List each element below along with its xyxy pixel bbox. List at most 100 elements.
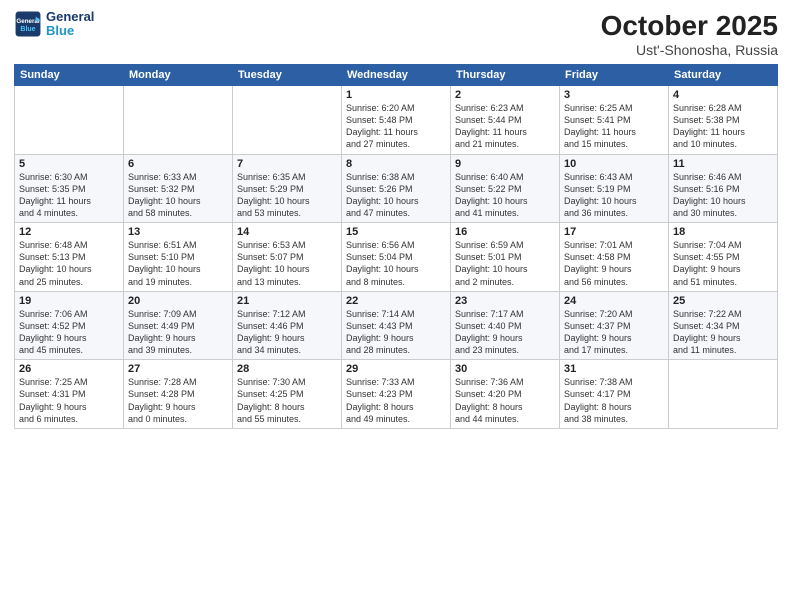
day-number: 15 [346, 226, 446, 238]
day-info: Sunrise: 6:33 AM Sunset: 5:32 PM Dayligh… [128, 171, 228, 220]
logo: General Blue General Blue [14, 10, 94, 39]
day-number: 12 [19, 226, 119, 238]
weekday-header-tuesday: Tuesday [233, 65, 342, 86]
day-info: Sunrise: 7:28 AM Sunset: 4:28 PM Dayligh… [128, 376, 228, 425]
day-number: 28 [237, 363, 337, 375]
calendar-cell: 13Sunrise: 6:51 AM Sunset: 5:10 PM Dayli… [124, 223, 233, 292]
calendar-cell: 17Sunrise: 7:01 AM Sunset: 4:58 PM Dayli… [560, 223, 669, 292]
calendar-cell: 30Sunrise: 7:36 AM Sunset: 4:20 PM Dayli… [451, 360, 560, 429]
day-info: Sunrise: 6:38 AM Sunset: 5:26 PM Dayligh… [346, 171, 446, 220]
day-number: 21 [237, 295, 337, 307]
calendar-cell: 11Sunrise: 6:46 AM Sunset: 5:16 PM Dayli… [669, 154, 778, 223]
day-number: 7 [237, 158, 337, 170]
calendar-cell: 15Sunrise: 6:56 AM Sunset: 5:04 PM Dayli… [342, 223, 451, 292]
calendar-cell: 18Sunrise: 7:04 AM Sunset: 4:55 PM Dayli… [669, 223, 778, 292]
day-info: Sunrise: 7:17 AM Sunset: 4:40 PM Dayligh… [455, 308, 555, 357]
day-info: Sunrise: 7:30 AM Sunset: 4:25 PM Dayligh… [237, 376, 337, 425]
day-number: 1 [346, 89, 446, 101]
day-number: 11 [673, 158, 773, 170]
calendar-cell: 28Sunrise: 7:30 AM Sunset: 4:25 PM Dayli… [233, 360, 342, 429]
calendar-cell: 31Sunrise: 7:38 AM Sunset: 4:17 PM Dayli… [560, 360, 669, 429]
calendar-cell: 8Sunrise: 6:38 AM Sunset: 5:26 PM Daylig… [342, 154, 451, 223]
logo-text-general: General [46, 10, 94, 24]
day-info: Sunrise: 7:25 AM Sunset: 4:31 PM Dayligh… [19, 376, 119, 425]
calendar-cell: 10Sunrise: 6:43 AM Sunset: 5:19 PM Dayli… [560, 154, 669, 223]
day-info: Sunrise: 6:48 AM Sunset: 5:13 PM Dayligh… [19, 239, 119, 288]
weekday-header-sunday: Sunday [15, 65, 124, 86]
calendar-cell: 23Sunrise: 7:17 AM Sunset: 4:40 PM Dayli… [451, 291, 560, 360]
day-number: 19 [19, 295, 119, 307]
calendar-cell: 14Sunrise: 6:53 AM Sunset: 5:07 PM Dayli… [233, 223, 342, 292]
day-info: Sunrise: 7:14 AM Sunset: 4:43 PM Dayligh… [346, 308, 446, 357]
weekday-header-saturday: Saturday [669, 65, 778, 86]
day-info: Sunrise: 7:09 AM Sunset: 4:49 PM Dayligh… [128, 308, 228, 357]
day-info: Sunrise: 6:35 AM Sunset: 5:29 PM Dayligh… [237, 171, 337, 220]
day-number: 31 [564, 363, 664, 375]
calendar-cell: 29Sunrise: 7:33 AM Sunset: 4:23 PM Dayli… [342, 360, 451, 429]
calendar-cell: 5Sunrise: 6:30 AM Sunset: 5:35 PM Daylig… [15, 154, 124, 223]
day-info: Sunrise: 7:12 AM Sunset: 4:46 PM Dayligh… [237, 308, 337, 357]
header: General Blue General Blue October 2025 U… [14, 10, 778, 58]
calendar-cell [233, 86, 342, 155]
logo-text-blue: Blue [46, 24, 94, 38]
calendar-cell: 12Sunrise: 6:48 AM Sunset: 5:13 PM Dayli… [15, 223, 124, 292]
day-number: 26 [19, 363, 119, 375]
day-info: Sunrise: 6:46 AM Sunset: 5:16 PM Dayligh… [673, 171, 773, 220]
day-info: Sunrise: 6:40 AM Sunset: 5:22 PM Dayligh… [455, 171, 555, 220]
calendar-cell: 25Sunrise: 7:22 AM Sunset: 4:34 PM Dayli… [669, 291, 778, 360]
calendar-table: SundayMondayTuesdayWednesdayThursdayFrid… [14, 64, 778, 429]
calendar-cell: 7Sunrise: 6:35 AM Sunset: 5:29 PM Daylig… [233, 154, 342, 223]
page: General Blue General Blue October 2025 U… [0, 0, 792, 612]
day-number: 5 [19, 158, 119, 170]
day-number: 4 [673, 89, 773, 101]
day-info: Sunrise: 6:53 AM Sunset: 5:07 PM Dayligh… [237, 239, 337, 288]
day-info: Sunrise: 7:01 AM Sunset: 4:58 PM Dayligh… [564, 239, 664, 288]
title-block: October 2025 Ust'-Shonosha, Russia [601, 10, 778, 58]
day-info: Sunrise: 7:06 AM Sunset: 4:52 PM Dayligh… [19, 308, 119, 357]
calendar-cell: 6Sunrise: 6:33 AM Sunset: 5:32 PM Daylig… [124, 154, 233, 223]
day-number: 13 [128, 226, 228, 238]
day-number: 25 [673, 295, 773, 307]
week-row-0: 1Sunrise: 6:20 AM Sunset: 5:48 PM Daylig… [15, 86, 778, 155]
week-row-2: 12Sunrise: 6:48 AM Sunset: 5:13 PM Dayli… [15, 223, 778, 292]
day-number: 30 [455, 363, 555, 375]
calendar-cell: 4Sunrise: 6:28 AM Sunset: 5:38 PM Daylig… [669, 86, 778, 155]
week-row-4: 26Sunrise: 7:25 AM Sunset: 4:31 PM Dayli… [15, 360, 778, 429]
day-number: 6 [128, 158, 228, 170]
day-number: 2 [455, 89, 555, 101]
calendar-cell: 9Sunrise: 6:40 AM Sunset: 5:22 PM Daylig… [451, 154, 560, 223]
logo-icon: General Blue [14, 10, 42, 38]
location-title: Ust'-Shonosha, Russia [601, 42, 778, 58]
day-number: 29 [346, 363, 446, 375]
calendar-cell: 3Sunrise: 6:25 AM Sunset: 5:41 PM Daylig… [560, 86, 669, 155]
calendar-cell: 16Sunrise: 6:59 AM Sunset: 5:01 PM Dayli… [451, 223, 560, 292]
day-info: Sunrise: 7:36 AM Sunset: 4:20 PM Dayligh… [455, 376, 555, 425]
day-info: Sunrise: 6:20 AM Sunset: 5:48 PM Dayligh… [346, 102, 446, 151]
calendar-cell: 26Sunrise: 7:25 AM Sunset: 4:31 PM Dayli… [15, 360, 124, 429]
day-number: 16 [455, 226, 555, 238]
day-number: 27 [128, 363, 228, 375]
day-info: Sunrise: 6:51 AM Sunset: 5:10 PM Dayligh… [128, 239, 228, 288]
calendar-cell: 24Sunrise: 7:20 AM Sunset: 4:37 PM Dayli… [560, 291, 669, 360]
svg-text:Blue: Blue [20, 26, 35, 33]
calendar-cell: 22Sunrise: 7:14 AM Sunset: 4:43 PM Dayli… [342, 291, 451, 360]
day-info: Sunrise: 7:04 AM Sunset: 4:55 PM Dayligh… [673, 239, 773, 288]
calendar-cell [669, 360, 778, 429]
day-number: 22 [346, 295, 446, 307]
weekday-header-thursday: Thursday [451, 65, 560, 86]
day-number: 9 [455, 158, 555, 170]
calendar-cell: 27Sunrise: 7:28 AM Sunset: 4:28 PM Dayli… [124, 360, 233, 429]
month-title: October 2025 [601, 10, 778, 42]
calendar-cell: 1Sunrise: 6:20 AM Sunset: 5:48 PM Daylig… [342, 86, 451, 155]
weekday-header-monday: Monday [124, 65, 233, 86]
calendar-cell [124, 86, 233, 155]
day-number: 8 [346, 158, 446, 170]
day-number: 24 [564, 295, 664, 307]
calendar-cell: 19Sunrise: 7:06 AM Sunset: 4:52 PM Dayli… [15, 291, 124, 360]
day-info: Sunrise: 6:28 AM Sunset: 5:38 PM Dayligh… [673, 102, 773, 151]
day-info: Sunrise: 6:30 AM Sunset: 5:35 PM Dayligh… [19, 171, 119, 220]
day-info: Sunrise: 6:23 AM Sunset: 5:44 PM Dayligh… [455, 102, 555, 151]
day-number: 18 [673, 226, 773, 238]
day-info: Sunrise: 6:59 AM Sunset: 5:01 PM Dayligh… [455, 239, 555, 288]
day-number: 3 [564, 89, 664, 101]
